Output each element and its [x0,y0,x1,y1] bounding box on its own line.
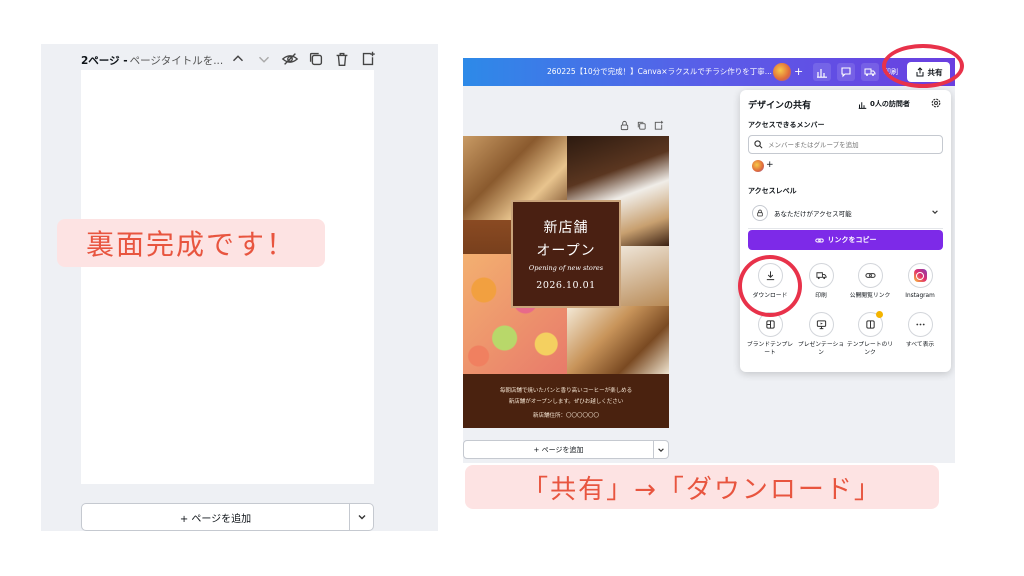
flyer-date: 2026.10.01 [536,280,596,291]
instruction-caption: 「共有」→「ダウンロード」 [465,465,939,509]
download-highlight-circle [738,255,802,317]
duplicate-icon[interactable] [307,50,325,68]
access-level-value: あなただけがアクセス可能 [774,210,852,218]
instagram-icon [907,263,933,288]
access-level-select[interactable]: あなただけがアクセス可能 [748,202,943,224]
option-show-all[interactable]: すべて表示 [895,312,945,350]
option-label: 公開閲覧リンク [849,293,891,299]
option-label: プレゼンテーション [797,342,845,356]
flyer-body-line-2: 新店舗がオープンします。ぜひお越しください [508,399,624,405]
share-panel-title: デザインの共有 [748,101,812,111]
option-presentation[interactable]: プレゼンテーション [796,312,846,358]
option-label: テンプレートのリンク [846,342,894,356]
link-icon [814,238,824,242]
page-toolbar [229,50,377,68]
trash-icon[interactable] [333,50,351,68]
visitor-count[interactable]: 0人の訪問者 [858,99,910,109]
option-label: すべて表示 [905,342,935,348]
chevron-up-icon[interactable] [229,50,247,68]
add-page-dropdown[interactable] [653,441,668,458]
chevron-down-icon [658,447,664,452]
option-print[interactable]: 印刷 [796,263,846,301]
gear-icon[interactable] [930,97,942,109]
search-icon [754,140,763,149]
member-search [748,135,943,154]
add-page-bar: + ページを追加 [463,440,669,459]
divider [748,228,943,229]
option-template-link[interactable]: テンプレートのリンク [845,311,895,358]
flyer-heading-1: 新店舗 [543,220,589,236]
member-search-input[interactable] [768,140,928,149]
flyer-design[interactable]: 新店舗 オープン Opening of new stores 2026.10.0… [463,136,669,428]
visitor-count-label: 0人の訪問者 [870,100,910,108]
link-icon [857,263,883,288]
flyer-title-badge: 新店舗 オープン Opening of new stores 2026.10.0… [511,200,621,308]
flyer-body: 毎朝店舗で焼いたパンと香り高いコーヒーが楽しめる 新店舗がオープンします。ぜひお… [463,374,669,428]
bar-chart-icon [817,69,827,78]
flyer-script: Opening of new stores [528,264,604,272]
top-bar: 260225【10分で完成！】Canva×ラクスルでチラシ作りを丁寧... + … [463,58,955,86]
add-page-icon[interactable] [359,50,377,68]
option-label: ブランドテンプレート [746,342,794,356]
page-header: 2ページ - ページタイトルを... [81,52,223,68]
crown-icon [875,311,883,318]
members-label: アクセスできるメンバー [748,121,825,129]
analytics-button[interactable] [813,63,831,81]
share-highlight-circle [882,44,964,88]
canvas-toolbar [619,120,664,131]
flyer-heading-2: オープン [536,243,596,259]
tart-photo [567,306,669,374]
flyer-body-line-1: 毎朝店舗で焼いたパンと香り高いコーヒーが楽しめる [499,388,633,394]
add-page-button[interactable]: + ページを追加 [464,445,653,455]
truck-icon [808,263,834,288]
add-collaborator-button[interactable]: + [794,65,803,78]
left-editor-panel: 2ページ - ページタイトルを... + ページを追加 [41,44,438,531]
dessert-photo [613,246,669,306]
template-link-icon [857,311,883,337]
duplicate-icon[interactable] [636,120,647,131]
presentation-icon [808,312,834,337]
option-instagram[interactable]: Instagram [895,263,945,301]
comment-button[interactable] [837,63,855,81]
chevron-down-icon [358,515,365,520]
add-page-button[interactable]: + ページを追加 [82,510,349,525]
copy-link-label: リンクをコピー [827,236,877,244]
hide-eye-icon[interactable] [281,50,299,68]
option-label: Instagram [905,293,935,299]
blank-page-canvas[interactable] [81,70,374,484]
add-page-bar: + ページを追加 [81,503,374,531]
copy-link-button[interactable]: リンクをコピー [748,230,943,250]
add-member-button[interactable]: + [766,160,774,170]
bar-chart-icon [858,101,867,109]
access-level-label: アクセスレベル [748,187,797,195]
chevron-down-icon [932,210,938,214]
page-title-input[interactable]: ページタイトルを... [130,53,224,68]
completion-note: 裏面完成です！ [57,219,325,267]
add-page-icon[interactable] [653,120,664,131]
document-title[interactable]: 260225【10分で完成！】Canva×ラクスルでチラシ作りを丁寧... [547,66,772,77]
right-editor-screenshot: 260225【10分で完成！】Canva×ラクスルでチラシ作りを丁寧... + … [463,58,955,463]
option-label: 印刷 [815,293,827,299]
lock-icon[interactable] [619,120,630,131]
comment-icon [841,67,851,78]
add-page-dropdown[interactable] [349,504,373,530]
truck-icon [864,68,876,76]
share-panel: デザインの共有 0人の訪問者 アクセスできるメンバー + アクセスレベル あなた… [740,90,951,372]
chevron-down-icon[interactable] [255,50,273,68]
option-brand-template[interactable]: ブランドテンプレート [745,312,795,358]
member-avatar [752,160,764,172]
flyer-address: 新店舗住所：〇〇〇〇〇〇 [532,413,599,419]
lock-icon [752,205,768,221]
avatar[interactable] [773,63,791,81]
print-delivery-button[interactable] [861,63,879,81]
option-public-link[interactable]: 公開閲覧リンク [845,263,895,301]
page-label: 2ページ - [81,54,128,67]
more-icon [907,312,933,337]
